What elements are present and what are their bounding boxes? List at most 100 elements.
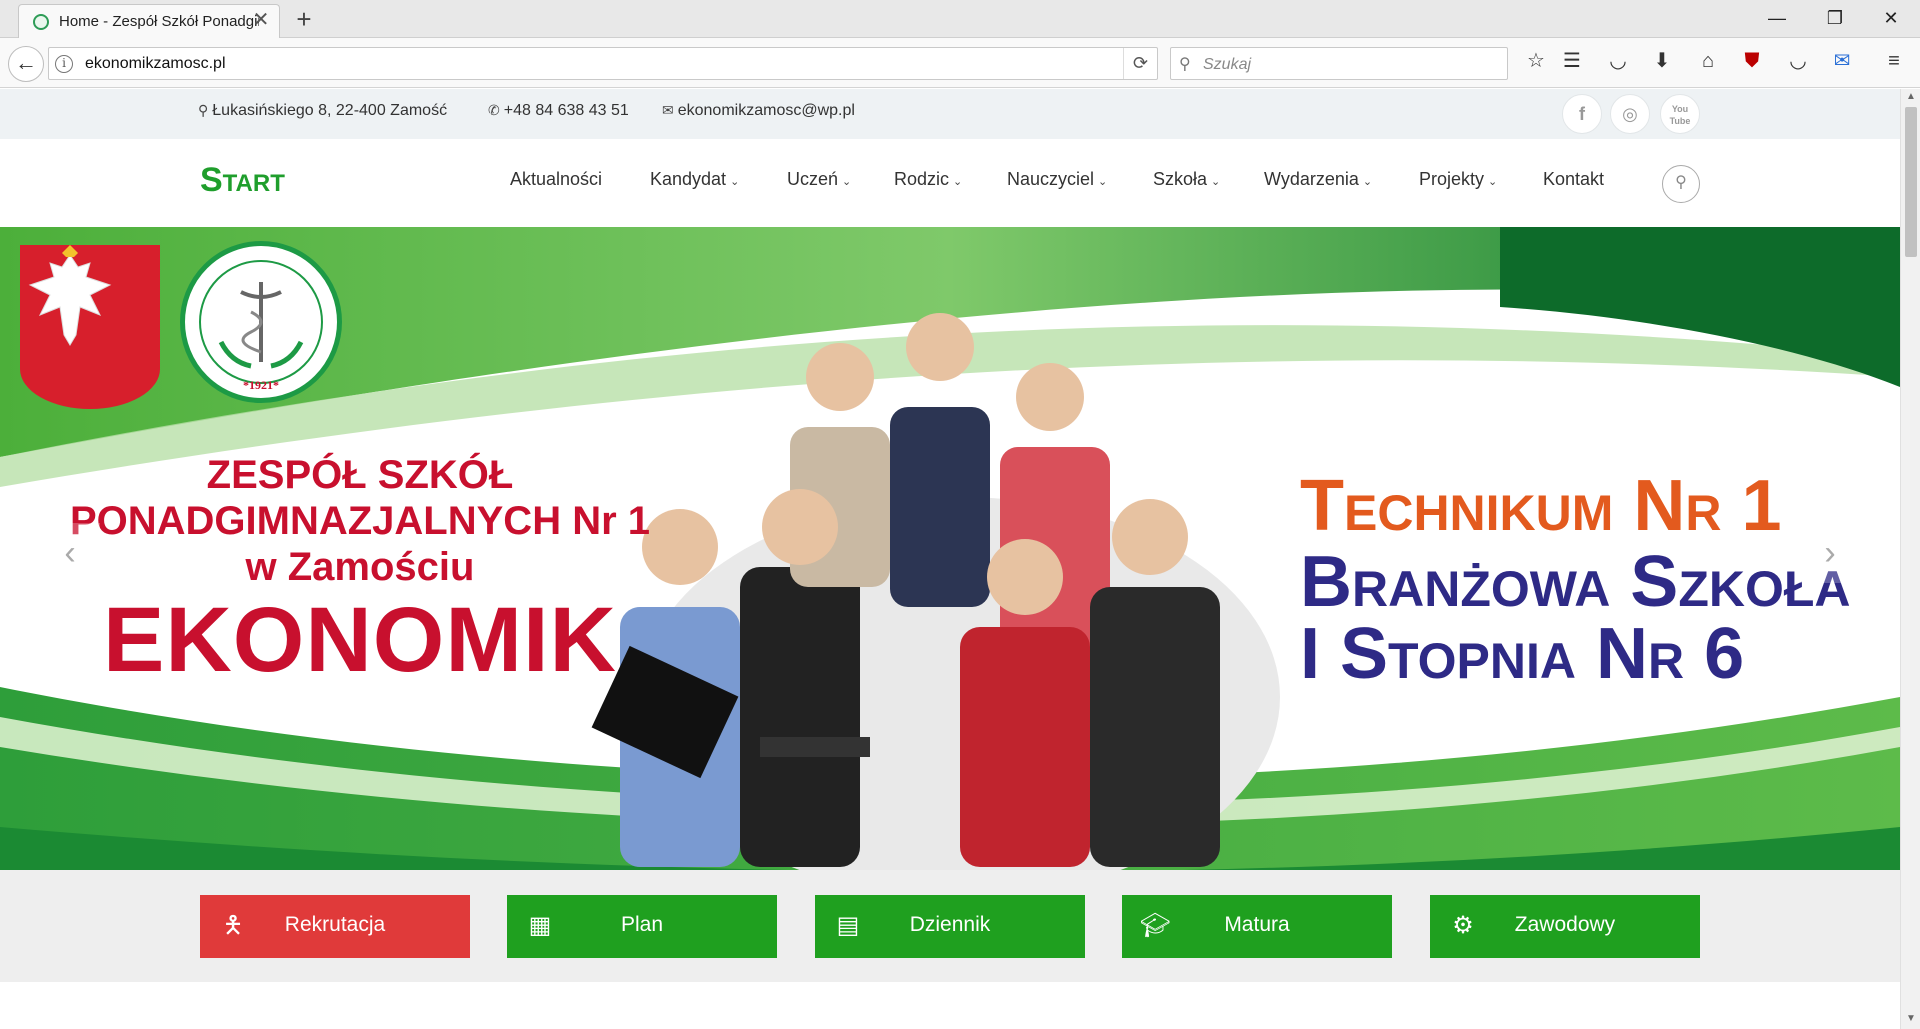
download-icon[interactable]: ⬇ <box>1648 47 1676 75</box>
phone-text: +48 84 638 43 51 <box>503 102 629 119</box>
hero-line: PONADGIMNAZJALNYCH Nr 1 <box>69 499 651 543</box>
chevron-down-icon: ⌄ <box>842 176 852 188</box>
info-icon[interactable]: i <box>55 55 73 73</box>
nav-item-rodzic[interactable]: Rodzic ⌄ <box>894 169 962 190</box>
nav-item-aktualnosci[interactable]: Aktualności <box>510 169 602 190</box>
browser-tab-active[interactable]: Home - Zespół Szkół Ponadgimnazjalnych ✕ <box>18 4 280 38</box>
facebook-icon[interactable]: f <box>1562 94 1602 134</box>
pocket-save-icon[interactable]: ◡ <box>1784 47 1812 75</box>
seal-inner-ring <box>199 260 323 384</box>
hero-line: I Stopnia Nr 6 <box>1300 614 1745 694</box>
scroll-down-icon[interactable]: ▼ <box>1901 1011 1920 1027</box>
quick-link-matura[interactable]: 🎓︎ Matura <box>1122 895 1392 958</box>
search-icon: ⚲ <box>1179 56 1191 73</box>
address-text: Łukasińskiego 8, 22-400 Zamość <box>212 102 448 119</box>
nav-item-nauczyciel[interactable]: Nauczyciel ⌄ <box>1007 169 1107 190</box>
address-item: ⚲ Łukasińskiego 8, 22-400 Zamość <box>198 102 447 120</box>
reload-icon[interactable]: ⟳ <box>1123 48 1157 79</box>
browser-tabbar: Home - Zespół Szkół Ponadgimnazjalnych ✕… <box>0 0 1920 38</box>
quick-link-plan[interactable]: ▦ Plan <box>507 895 777 958</box>
close-tab-icon[interactable]: ✕ <box>251 10 271 30</box>
quick-link-label: Zawodowy <box>1514 913 1616 936</box>
chevron-down-icon: ⌄ <box>953 176 963 188</box>
nav-item-projekty[interactable]: Projekty ⌄ <box>1419 169 1497 190</box>
nav-item-kontakt[interactable]: Kontakt <box>1543 169 1604 190</box>
quick-link-label: Dziennik <box>909 913 991 936</box>
map-marker-icon: ⚲ <box>198 102 209 118</box>
browser-toolbar: ← i ekonomikzamosc.pl ⟳ ⚲ Szukaj <box>0 38 1920 88</box>
browser-search-input[interactable]: ⚲ Szukaj <box>1170 47 1508 80</box>
quick-link-label: Rekrutacja <box>284 913 386 936</box>
hero-heading-right: Technikum Nr 1 Branżowa Szkoła I Stopnia… <box>1300 466 1880 694</box>
nav-item-szkola[interactable]: Szkoła ⌄ <box>1153 169 1220 190</box>
page-scrollbar[interactable]: ▲ ▼ <box>1900 89 1920 1029</box>
favicon-icon <box>33 14 49 30</box>
hero-line: Technikum Nr 1 <box>1300 466 1782 546</box>
caduceus-icon <box>218 282 304 369</box>
nav-label: Kontakt <box>1543 169 1605 189</box>
chevron-down-icon: ⌄ <box>1488 176 1498 188</box>
nav-label: Szkoła <box>1153 169 1208 189</box>
hero-line: w Zamościu <box>245 545 475 589</box>
nav-label: Nauczyciel <box>1007 169 1095 189</box>
polish-eagle-emblem <box>20 245 160 409</box>
envelope-icon: ✉ <box>662 102 674 118</box>
slider-prev-arrow[interactable]: ‹ <box>40 523 100 583</box>
phone-icon: ✆ <box>488 102 500 118</box>
nav-item-uczen[interactable]: Uczeń ⌄ <box>787 169 851 190</box>
quick-link-label: Plan <box>620 913 664 936</box>
chevron-down-icon: ⌄ <box>1362 176 1373 188</box>
quick-link-zawodowy[interactable]: ⚙ Zawodowy <box>1430 895 1700 958</box>
eagle-icon <box>28 245 112 346</box>
nav-label: Aktualności <box>510 169 603 189</box>
chevron-down-icon: ⌄ <box>1211 176 1221 188</box>
nav-item-wydarzenia[interactable]: Wydarzenia ⌄ <box>1264 169 1372 190</box>
home-icon[interactable]: ⌂ <box>1694 47 1722 75</box>
hero-line: Branżowa Szkoła <box>1300 542 1851 622</box>
main-navigation: Start Aktualności Kandydat ⌄ Uczeń ⌄ Rodzi… <box>0 139 1900 227</box>
scroll-thumb[interactable] <box>1905 107 1917 257</box>
nav-label: Wydarzenia <box>1264 169 1359 189</box>
quick-links-bar: 🯅 Rekrutacja ▦ Plan ▤ Dziennik 🎓︎ Matura… <box>0 870 1900 982</box>
ublock-icon[interactable]: ⛊ <box>1738 47 1766 75</box>
nav-label: Uczeń <box>787 169 839 189</box>
search-icon[interactable]: ⚲ <box>1662 165 1700 203</box>
back-button[interactable]: ← <box>8 46 44 82</box>
minimize-button[interactable]: — <box>1754 4 1800 32</box>
quick-link-dziennik[interactable]: ▤ Dziennik <box>815 895 1085 958</box>
chevron-down-icon: ⌄ <box>730 176 740 188</box>
chevron-down-icon: ⌄ <box>1098 176 1108 188</box>
quick-link-rekrutacja[interactable]: 🯅 Rekrutacja <box>200 895 470 958</box>
email-item[interactable]: ✉ ekonomikzamosc@wp.pl <box>662 102 855 120</box>
youtube-icon[interactable]: You Tube <box>1660 94 1700 134</box>
url-bar[interactable]: i ekonomikzamosc.pl ⟳ <box>48 47 1158 80</box>
restore-button[interactable]: ❐ <box>1812 4 1858 32</box>
new-tab-button[interactable]: + <box>290 6 318 34</box>
school-seal-logo: *1921* <box>180 241 342 403</box>
hero-slider: *1921* ZESPÓŁ SZKÓŁ PONADGIMNAZJALNYCH N… <box>0 227 1900 870</box>
hero-heading-left: ZESPÓŁ SZKÓŁ PONADGIMNAZJALNYCH Nr 1 w Z… <box>40 452 680 688</box>
close-window-button[interactable]: ✕ <box>1868 4 1914 32</box>
pocket-icon[interactable]: ◡ <box>1604 47 1632 75</box>
hero-title-ekonomik: EKONOMIK <box>103 589 617 691</box>
nav-label: Rodzic <box>894 169 950 189</box>
nav-label: Projekty <box>1419 169 1485 189</box>
quick-link-label: Matura <box>1224 913 1290 936</box>
instagram-icon[interactable]: ◎ <box>1610 94 1650 134</box>
phone-item[interactable]: ✆ +48 84 638 43 51 <box>488 102 629 120</box>
menu-hamburger-icon[interactable]: ≡ <box>1880 47 1908 75</box>
email-text: ekonomikzamosc@wp.pl <box>677 102 855 119</box>
gmail-icon[interactable]: ✉ <box>1828 47 1856 75</box>
reading-list-icon[interactable]: ☰ <box>1558 47 1586 75</box>
tab-title: Home - Zespół Szkół Ponadgimnazjalnych <box>59 13 259 30</box>
nav-item-kandydat[interactable]: Kandydat ⌄ <box>650 169 739 190</box>
contact-bar: ⚲ Łukasińskiego 8, 22-400 Zamość ✆ +48 84 … <box>0 89 1900 139</box>
site-logo[interactable]: Start <box>200 161 285 200</box>
slider-next-arrow[interactable]: › <box>1800 523 1860 583</box>
bookmark-star-icon[interactable]: ☆ <box>1522 47 1550 75</box>
scroll-up-icon[interactable]: ▲ <box>1901 89 1920 105</box>
hero-line: ZESPÓŁ SZKÓŁ <box>206 453 514 497</box>
seal-year: *1921* <box>243 378 279 392</box>
nav-label: Kandydat <box>650 169 727 189</box>
search-placeholder: Szukaj <box>1203 56 1252 73</box>
